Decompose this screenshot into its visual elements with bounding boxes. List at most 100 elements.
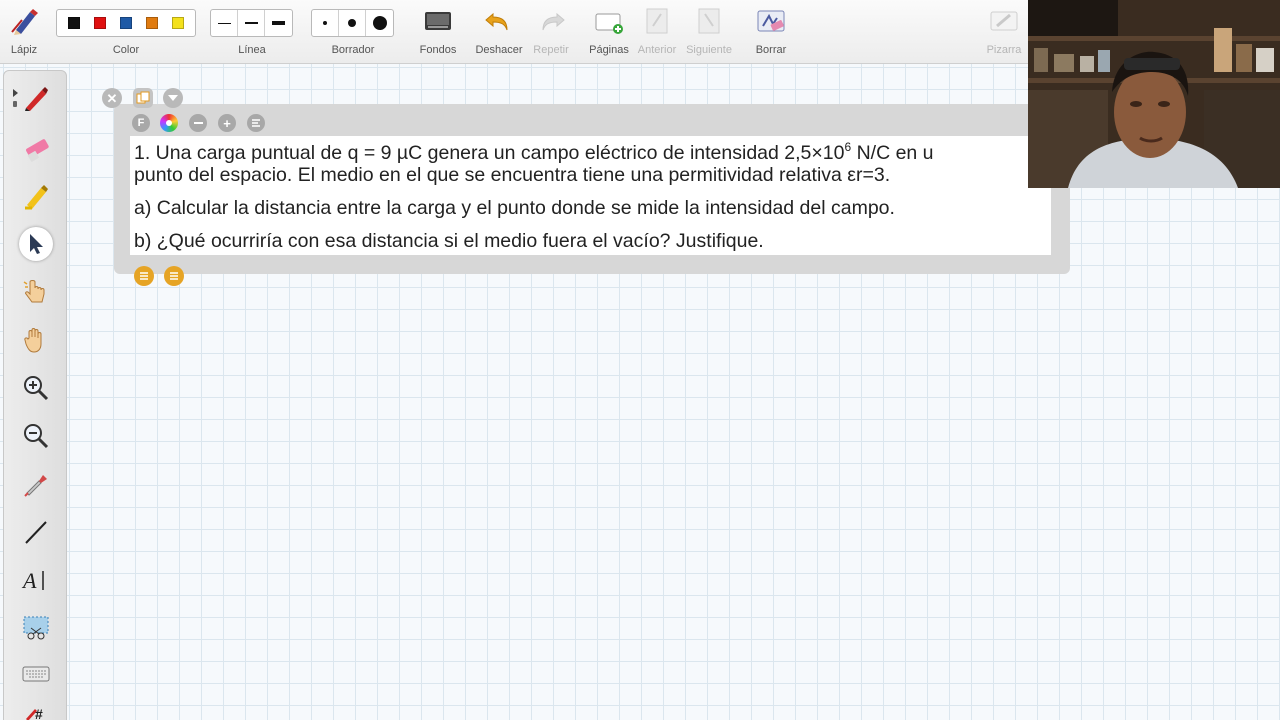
redo-button[interactable]: Repetir xyxy=(526,0,576,64)
screenshot-tool-button[interactable] xyxy=(19,611,53,645)
color-group: Color xyxy=(56,0,196,64)
text-color-button[interactable] xyxy=(160,114,178,132)
eraser-label: Borrador xyxy=(331,44,375,56)
eraser-large-button[interactable] xyxy=(366,10,393,36)
clear-board-icon xyxy=(757,10,785,32)
eraser-small-button[interactable] xyxy=(312,10,339,36)
color-swatch-red[interactable] xyxy=(94,17,106,29)
line-tool-icon xyxy=(25,521,47,544)
duplicate-icon xyxy=(136,91,150,104)
color-wheel-icon xyxy=(166,120,172,126)
decrease-font-button[interactable] xyxy=(189,114,207,132)
color-swatch-black[interactable] xyxy=(68,17,80,29)
panel-right-handle[interactable] xyxy=(164,266,184,286)
undo-icon xyxy=(485,12,508,31)
previous-page-icon xyxy=(646,8,668,34)
line-thin-button[interactable] xyxy=(211,10,238,36)
close-icon: ✕ xyxy=(106,90,118,106)
color-swatch-orange[interactable] xyxy=(146,17,158,29)
pointer-tool-button[interactable] xyxy=(19,275,53,309)
color-swatch-blue[interactable] xyxy=(120,17,132,29)
color-swatches xyxy=(56,9,196,37)
previous-label: Anterior xyxy=(637,44,677,56)
tool-palette: A # xyxy=(3,70,67,720)
pages-button[interactable]: Páginas xyxy=(585,0,633,64)
line-width-selector xyxy=(210,9,293,37)
text-tool-icon: A xyxy=(21,568,44,593)
color-label: Color xyxy=(112,44,140,56)
webcam-overlay xyxy=(1028,0,1280,188)
line-label: Línea xyxy=(238,44,266,56)
eraser-group: Borrador xyxy=(311,0,395,64)
line-thick-button[interactable] xyxy=(265,10,292,36)
zoom-out-tool-button[interactable] xyxy=(19,419,53,453)
highlighter-eraser-icon xyxy=(26,139,49,162)
align-button[interactable] xyxy=(247,114,265,132)
more-tools-button[interactable]: # xyxy=(19,697,53,720)
duplicate-panel-button[interactable] xyxy=(133,88,153,108)
problem-line-1: 1. Una carga puntual de q = 9 µC genera … xyxy=(134,140,934,165)
marker-tool-button[interactable] xyxy=(19,179,53,213)
chevron-down-icon xyxy=(168,95,178,101)
pencil-icon xyxy=(11,9,38,35)
format-label: F xyxy=(137,116,145,129)
webcam-video-image xyxy=(1028,0,1280,188)
pencil-label: Lápiz xyxy=(10,44,38,56)
keyboard-background-icon xyxy=(425,12,451,30)
next-page-icon xyxy=(698,8,720,34)
pages-label: Páginas xyxy=(589,44,629,56)
list-icon xyxy=(140,272,148,280)
select-arrow-icon xyxy=(30,234,43,254)
close-panel-button[interactable]: ✕ xyxy=(102,88,122,108)
problem-line-2: punto del espacio. El medio en el que se… xyxy=(134,164,891,186)
pen-tool-button[interactable] xyxy=(19,81,53,115)
problem-text-box[interactable]: 1. Una carga puntual de q = 9 µC genera … xyxy=(130,136,1051,255)
pencil-tool-button[interactable]: Lápiz xyxy=(0,0,48,64)
more-icon: # xyxy=(26,706,43,720)
pan-tool-button[interactable] xyxy=(19,323,53,357)
redo-label: Repetir xyxy=(533,44,569,56)
align-icon xyxy=(252,119,260,127)
list-icon-2 xyxy=(170,272,178,280)
format-button[interactable]: F xyxy=(132,114,150,132)
line-tool-button[interactable] xyxy=(19,515,53,549)
board-label: Pizarra xyxy=(986,44,1022,56)
color-swatch-yellow[interactable] xyxy=(172,17,184,29)
select-tool-button[interactable] xyxy=(19,227,53,261)
eraser-size-selector xyxy=(311,9,394,37)
eraser-medium-button[interactable] xyxy=(339,10,366,36)
plus-icon: + xyxy=(223,115,231,131)
pointer-hand-icon xyxy=(23,280,45,303)
next-page-button[interactable]: Siguiente xyxy=(684,0,734,64)
panel-menu-button[interactable] xyxy=(163,88,183,108)
undo-button[interactable]: Deshacer xyxy=(474,0,524,64)
zoom-out-icon xyxy=(24,424,49,449)
question-a: a) Calcular la distancia entre la carga … xyxy=(134,197,895,219)
zoom-in-icon xyxy=(24,376,49,401)
panel-left-handle[interactable] xyxy=(134,266,154,286)
problem-line-1-text: 1. Una carga puntual de q = 9 µC genera … xyxy=(134,142,845,164)
previous-page-button[interactable]: Anterior xyxy=(634,0,680,64)
highlighter-tool-button[interactable] xyxy=(19,131,53,165)
screenshot-icon xyxy=(23,616,49,640)
color-picker-icon xyxy=(24,475,47,497)
pan-hand-icon xyxy=(24,328,42,353)
question-b: b) ¿Qué ocurriría con esa distancia si e… xyxy=(134,230,764,252)
zoom-in-tool-button[interactable] xyxy=(19,371,53,405)
problem-line-1-tail: N/C en u xyxy=(851,142,934,164)
keyboard-tool-button[interactable] xyxy=(19,657,53,691)
add-page-icon xyxy=(595,13,623,34)
board-icon xyxy=(990,11,1018,31)
board-button[interactable]: Pizarra xyxy=(982,0,1026,64)
line-medium-button[interactable] xyxy=(238,10,265,36)
svg-text:#: # xyxy=(35,706,43,720)
backgrounds-button[interactable]: Fondos xyxy=(414,0,462,64)
undo-label: Deshacer xyxy=(475,44,523,56)
clear-button[interactable]: Borrar xyxy=(748,0,794,64)
text-tool-button[interactable]: A xyxy=(19,563,53,597)
increase-font-button[interactable]: + xyxy=(218,114,236,132)
backgrounds-label: Fondos xyxy=(419,44,457,56)
color-picker-tool-button[interactable] xyxy=(19,467,53,501)
keyboard-icon xyxy=(22,666,50,682)
line-group: Línea xyxy=(210,0,294,64)
